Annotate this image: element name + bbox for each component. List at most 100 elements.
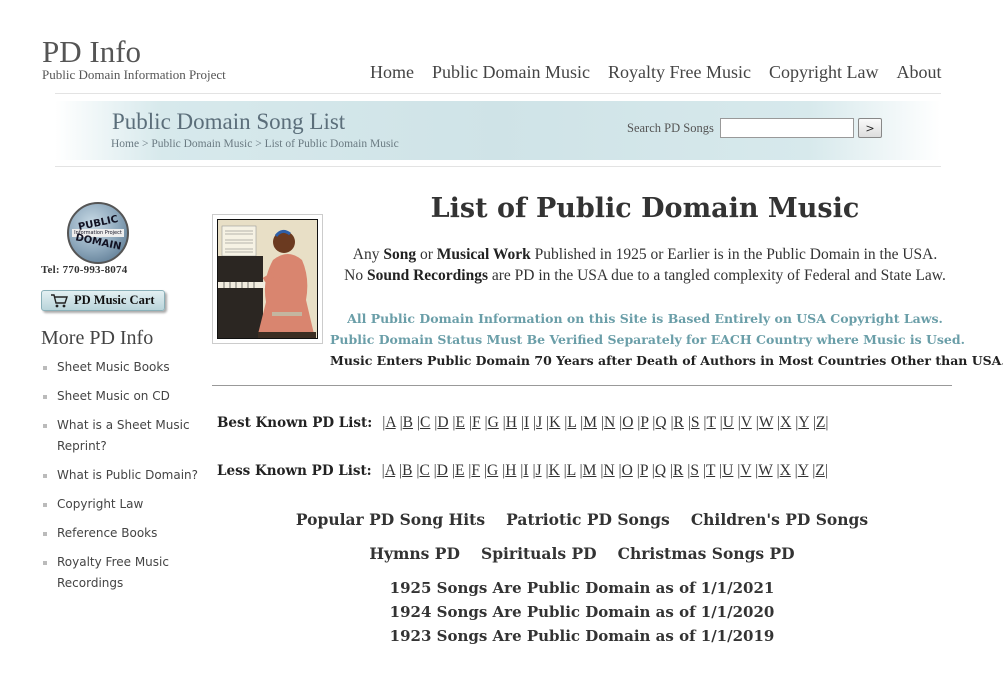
best-known-letter-a[interactable]: A — [385, 414, 395, 431]
best-known-letter-w[interactable]: W — [759, 414, 773, 431]
best-known-letter-g[interactable]: G — [488, 414, 499, 431]
best-known-letter-i[interactable]: I — [524, 414, 529, 431]
sidebar-item-reference-books[interactable]: Reference Books — [41, 523, 201, 544]
link-christmas-songs-pd[interactable]: Christmas Songs PD — [618, 544, 795, 563]
sidebar-item-sheet-music-cd[interactable]: Sheet Music on CD — [41, 386, 201, 407]
main-divider — [212, 385, 952, 386]
best-known-letter-m[interactable]: M — [583, 414, 597, 431]
nav-home[interactable]: Home — [370, 62, 414, 83]
less-known-letter-x[interactable]: X — [780, 462, 791, 479]
site-tagline: Public Domain Information Project — [42, 67, 226, 82]
sidebar-item-what-is-public-domain[interactable]: What is Public Domain? — [41, 465, 201, 486]
link-spirituals-pd[interactable]: Spirituals PD — [481, 544, 597, 563]
best-known-letter-t[interactable]: T — [707, 414, 716, 431]
best-known-letter-e[interactable]: E — [456, 414, 465, 431]
less-known-letter-d[interactable]: D — [437, 462, 448, 479]
best-known-letter-h[interactable]: H — [506, 414, 517, 431]
best-known-letter-r[interactable]: R — [674, 414, 684, 431]
best-known-letter-q[interactable]: Q — [655, 414, 666, 431]
intro-line-2: No Sound Recordings are PD in the USA du… — [344, 267, 946, 284]
main-heading: List of Public Domain Music — [430, 193, 860, 224]
less-known-letter-i[interactable]: I — [523, 462, 528, 479]
less-known-letter-y[interactable]: Y — [798, 462, 809, 479]
less-known-letter-h[interactable]: H — [505, 462, 516, 479]
best-known-letter-j[interactable]: J — [536, 414, 542, 431]
breadcrumb-current: List of Public Domain Music — [264, 138, 399, 150]
breadcrumb-public-domain-music[interactable]: Public Domain Music — [151, 138, 252, 150]
site-title[interactable]: PD Info — [42, 36, 141, 67]
less-known-letter-p[interactable]: P — [640, 462, 648, 479]
less-known-letter-z[interactable]: Z — [815, 462, 824, 479]
page-title: Public Domain Song List — [112, 109, 346, 134]
nav-royalty-free-music[interactable]: Royalty Free Music — [608, 62, 751, 83]
search-button[interactable]: > — [858, 118, 882, 138]
less-known-letter-g[interactable]: G — [487, 462, 498, 479]
best-known-letter-n[interactable]: N — [604, 414, 615, 431]
less-known-letter-f[interactable]: F — [471, 462, 480, 479]
best-known-pd-list: Best Known PD List: |A |B |C |D |E |F |G… — [217, 414, 829, 432]
notice-70-years: Music Enters Public Domain 70 Years afte… — [330, 353, 1003, 368]
less-known-letter-v[interactable]: V — [740, 462, 751, 479]
less-known-letter-u[interactable]: U — [722, 462, 733, 479]
main-nav: Home Public Domain Music Royalty Free Mu… — [370, 62, 959, 83]
year-1923-link[interactable]: 1923 Songs Are Public Domain as of 1/1/2… — [212, 627, 952, 645]
less-known-letter-e[interactable]: E — [455, 462, 464, 479]
less-known-label: Less Known PD List: — [217, 463, 372, 479]
nav-copyright-law[interactable]: Copyright Law — [769, 62, 879, 83]
less-known-letter-j[interactable]: J — [536, 462, 542, 479]
banner-divider — [55, 166, 941, 167]
category-links-row-1: Popular PD Song Hits Patriotic PD Songs … — [212, 510, 952, 529]
search-label: Search PD Songs — [627, 121, 714, 135]
intro-line-1: Any Song or Musical Work Published in 19… — [352, 246, 938, 263]
link-hymns-pd[interactable]: Hymns PD — [369, 544, 460, 563]
best-known-letter-f[interactable]: F — [472, 414, 481, 431]
nav-public-domain-music[interactable]: Public Domain Music — [432, 62, 590, 83]
less-known-letter-c[interactable]: C — [419, 462, 429, 479]
best-known-letter-v[interactable]: V — [741, 414, 752, 431]
less-known-letter-k[interactable]: K — [549, 462, 560, 479]
notice-verify-country: Public Domain Status Must Be Verified Se… — [330, 332, 965, 347]
year-1925-link[interactable]: 1925 Songs Are Public Domain as of 1/1/2… — [212, 579, 952, 597]
link-patriotic-pd-songs[interactable]: Patriotic PD Songs — [506, 510, 670, 529]
best-known-letter-k[interactable]: K — [549, 414, 560, 431]
best-known-letter-d[interactable]: D — [437, 414, 448, 431]
best-known-letter-u[interactable]: U — [723, 414, 734, 431]
best-known-letter-x[interactable]: X — [780, 414, 791, 431]
less-known-letter-o[interactable]: O — [622, 462, 633, 479]
sidebar-heading: More PD Info — [41, 327, 154, 349]
sidebar-item-sheet-music-books[interactable]: Sheet Music Books — [41, 357, 201, 378]
less-known-letter-a[interactable]: A — [385, 462, 395, 479]
less-known-letter-n[interactable]: N — [603, 462, 614, 479]
sidebar-item-royalty-free-recordings[interactable]: Royalty Free Music Recordings — [41, 552, 201, 594]
less-known-letter-r[interactable]: R — [673, 462, 683, 479]
less-known-letter-b[interactable]: B — [402, 462, 412, 479]
less-known-letter-m[interactable]: M — [583, 462, 597, 479]
less-known-letter-l[interactable]: L — [567, 462, 576, 479]
best-known-label: Best Known PD List: — [217, 415, 373, 431]
less-known-letter-links: |A |B |C |D |E |F |G |H |I |J |K |L |M |… — [381, 462, 828, 479]
phone-number: Tel: 770-993-8074 — [41, 264, 128, 276]
less-known-letter-t[interactable]: T — [706, 462, 715, 479]
shopping-cart-icon — [50, 293, 68, 308]
less-known-letter-w[interactable]: W — [758, 462, 772, 479]
best-known-letter-s[interactable]: S — [691, 414, 700, 431]
best-known-letter-p[interactable]: P — [640, 414, 648, 431]
breadcrumb-home[interactable]: Home — [111, 138, 139, 150]
public-domain-logo[interactable]: PUBLIC Information Project DOMAIN — [67, 202, 129, 264]
search-input[interactable] — [720, 118, 854, 138]
best-known-letter-l[interactable]: L — [567, 414, 576, 431]
best-known-letter-z[interactable]: Z — [816, 414, 825, 431]
less-known-letter-s[interactable]: S — [690, 462, 699, 479]
less-known-letter-q[interactable]: Q — [655, 462, 666, 479]
link-childrens-pd-songs[interactable]: Children's PD Songs — [691, 510, 868, 529]
sidebar-item-copyright-law[interactable]: Copyright Law — [41, 494, 201, 515]
sidebar-item-sheet-music-reprint[interactable]: What is a Sheet Music Reprint? — [41, 415, 201, 457]
best-known-letter-y[interactable]: Y — [798, 414, 809, 431]
nav-about[interactable]: About — [896, 62, 941, 83]
best-known-letter-b[interactable]: B — [403, 414, 413, 431]
best-known-letter-c[interactable]: C — [420, 414, 430, 431]
pd-music-cart-button[interactable]: PD Music Cart — [41, 290, 165, 311]
best-known-letter-o[interactable]: O — [622, 414, 633, 431]
link-popular-pd-song-hits[interactable]: Popular PD Song Hits — [296, 510, 485, 529]
year-1924-link[interactable]: 1924 Songs Are Public Domain as of 1/1/2… — [212, 603, 952, 621]
